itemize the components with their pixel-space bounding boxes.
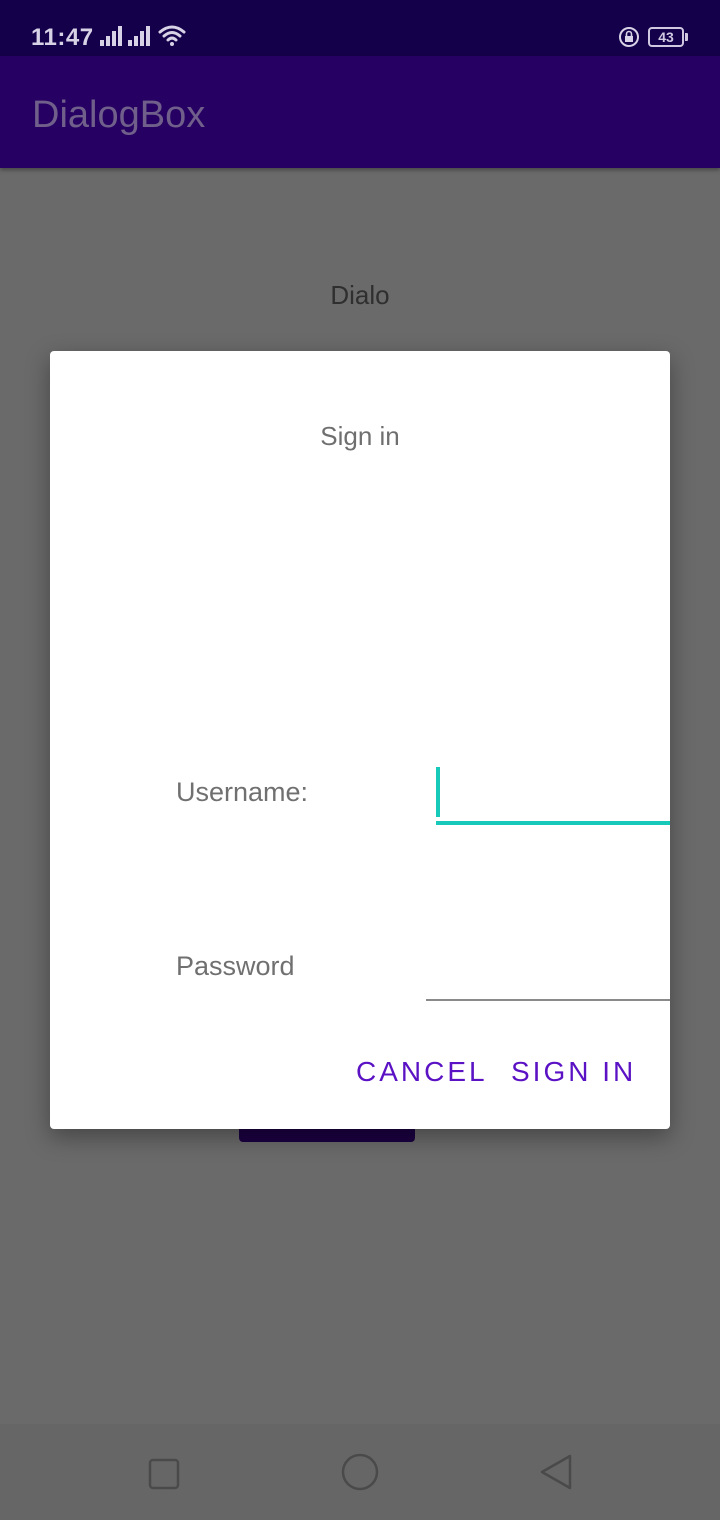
status-bar: 11:47 43 — [0, 0, 720, 56]
signal-icon — [100, 26, 122, 46]
rotation-lock-icon — [619, 27, 639, 47]
dialog-title: Sign in — [320, 421, 400, 451]
username-label: Username: — [176, 777, 309, 807]
sign-in-dialog: Sign in Username: Password CANCEL SIGN I… — [50, 351, 670, 1129]
recents-icon[interactable] — [148, 1458, 180, 1490]
battery-level: 43 — [658, 29, 674, 45]
status-time: 11:47 — [31, 24, 94, 51]
background-text: Dialo — [330, 280, 390, 310]
app-title: DialogBox — [32, 94, 206, 136]
navigation-bar — [0, 1424, 720, 1520]
signal-icon — [128, 26, 150, 46]
text-cursor — [436, 767, 440, 817]
password-input[interactable] — [426, 945, 670, 1001]
battery-tip — [685, 33, 688, 41]
app-bar: DialogBox — [0, 56, 720, 168]
wifi-icon — [158, 25, 186, 46]
back-icon[interactable] — [539, 1453, 573, 1491]
home-icon[interactable] — [341, 1453, 379, 1491]
battery-icon: 43 — [648, 27, 684, 47]
sign-in-button[interactable]: SIGN IN — [511, 1056, 636, 1088]
cancel-button[interactable]: CANCEL — [356, 1056, 488, 1088]
password-label: Password — [176, 951, 295, 981]
username-input[interactable] — [436, 765, 670, 825]
